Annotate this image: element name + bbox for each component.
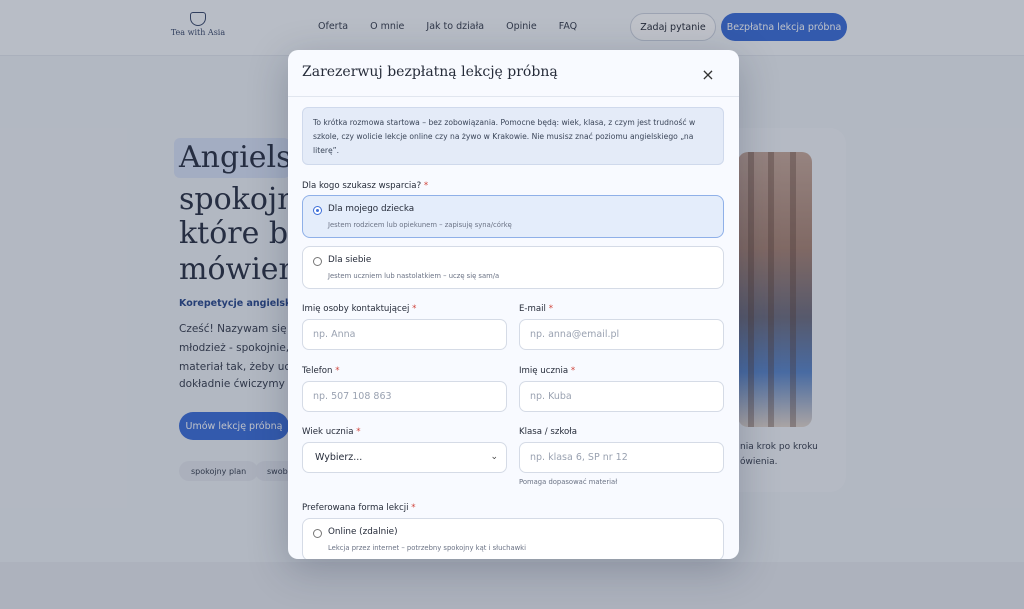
- close-icon[interactable]: ×: [698, 64, 718, 84]
- lesson-form-label-text: Preferowana forma lekcji: [302, 503, 409, 513]
- option-for-myself[interactable]: Dla siebie Jestem uczniem lub nastolatki…: [302, 246, 724, 289]
- modal-header: Zarezerwuj bezpłatną lekcję próbną ×: [288, 50, 739, 97]
- contact-name-input[interactable]: [302, 319, 507, 350]
- contact-name-label: Imię osoby kontaktującej *: [302, 304, 416, 314]
- radio-checked-icon[interactable]: [313, 206, 322, 215]
- school-input[interactable]: [519, 442, 724, 473]
- radio-unchecked-icon[interactable]: [313, 529, 322, 538]
- who-label: Dla kogo szukasz wsparcia? *: [302, 181, 428, 191]
- option-description: Lekcja przez internet – potrzebny spokoj…: [328, 544, 526, 552]
- school-hint: Pomaga dopasować materiał: [519, 478, 618, 486]
- required-mark: *: [356, 427, 361, 437]
- student-name-input[interactable]: [519, 381, 724, 412]
- required-mark: *: [548, 304, 553, 314]
- chevron-down-icon: ⌄: [490, 452, 498, 462]
- student-name-label: Imię ucznia *: [519, 366, 575, 376]
- who-label-text: Dla kogo szukasz wsparcia?: [302, 181, 422, 191]
- radio-unchecked-icon[interactable]: [313, 257, 322, 266]
- phone-input[interactable]: [302, 381, 507, 412]
- lesson-form-label: Preferowana forma lekcji *: [302, 503, 416, 513]
- email-label-text: E-mail: [519, 304, 546, 314]
- required-mark: *: [570, 366, 576, 376]
- option-description: Jestem rodzicem lub opiekunem – zapisuję…: [328, 221, 512, 229]
- option-description: Jestem uczniem lub nastolatkiem – uczę s…: [328, 272, 500, 280]
- email-label: E-mail *: [519, 304, 553, 314]
- required-mark: *: [423, 181, 429, 191]
- email-input[interactable]: [519, 319, 724, 350]
- age-label: Wiek ucznia *: [302, 427, 361, 437]
- option-for-my-child[interactable]: Dla mojego dziecka Jestem rodzicem lub o…: [302, 195, 724, 238]
- phone-label-text: Telefon: [302, 366, 333, 376]
- required-mark: *: [411, 503, 416, 513]
- required-mark: *: [412, 304, 417, 314]
- option-title: Dla mojego dziecka: [328, 204, 415, 214]
- modal-title: Zarezerwuj bezpłatną lekcję próbną: [302, 64, 558, 80]
- booking-modal: Zarezerwuj bezpłatną lekcję próbną × To …: [288, 50, 739, 559]
- info-box: To krótka rozmowa startowa – bez zobowią…: [302, 107, 724, 165]
- option-title: Dla siebie: [328, 255, 372, 265]
- age-select[interactable]: Wybierz... ⌄: [302, 442, 507, 473]
- student-name-label-text: Imię ucznia: [519, 366, 569, 376]
- school-label: Klasa / szkoła: [519, 427, 578, 437]
- contact-name-label-text: Imię osoby kontaktującej: [302, 304, 410, 314]
- option-title: Online (zdalnie): [328, 527, 398, 537]
- age-label-text: Wiek ucznia: [302, 427, 354, 437]
- age-select-value: Wybierz...: [315, 452, 363, 463]
- phone-label: Telefon *: [302, 366, 340, 376]
- required-mark: *: [335, 366, 340, 376]
- option-online[interactable]: Online (zdalnie) Lekcja przez internet –…: [302, 518, 724, 559]
